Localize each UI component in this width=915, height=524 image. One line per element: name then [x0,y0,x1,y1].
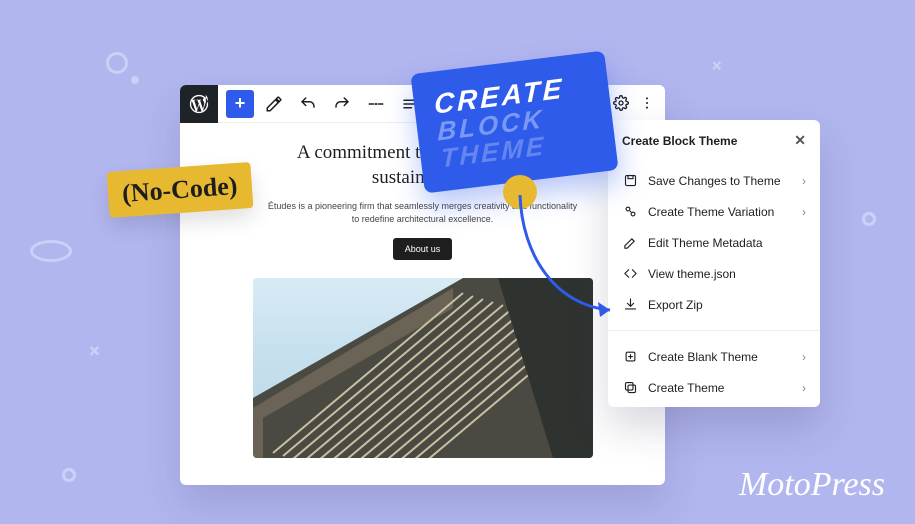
panel-item-label: Create Blank Theme [648,350,792,364]
subtext-line-2: to redefine architectural excellence. [352,214,494,224]
deco-cross-2: + [81,337,108,364]
panel-list-bottom: Create Blank Theme › Create Theme › [608,337,820,407]
deco-circle-small [862,212,876,226]
panel-item-label: Create Theme Variation [648,205,792,219]
chevron-right-icon: › [802,350,806,364]
panel-item-label: Edit Theme Metadata [648,236,806,250]
panel-separator [608,330,820,331]
about-us-button[interactable]: About us [393,238,453,260]
code-icon [622,266,638,281]
panel-list-top: Save Changes to Theme › Create Theme Var… [608,161,820,324]
deco-oval [30,240,72,262]
chevron-right-icon: › [802,381,806,395]
create-block-theme-panel: Create Block Theme ✕ Save Changes to The… [608,120,820,407]
panel-header: Create Block Theme ✕ [608,120,820,161]
export-icon [622,297,638,312]
panel-title: Create Block Theme [622,134,737,148]
panel-item-create-theme[interactable]: Create Theme › [608,372,820,403]
editor-top-actions [613,95,655,111]
variation-icon [622,204,638,219]
edit-mode-button[interactable] [260,90,288,118]
hero-image [253,278,593,458]
panel-item-label: Export Zip [648,298,806,312]
deco-circle-small-2 [62,468,76,482]
accent-dot [503,175,537,209]
panel-item-export-zip[interactable]: Export Zip [608,289,820,320]
deco-cross: + [704,54,729,79]
undo-button[interactable] [294,90,322,118]
document-overview-button[interactable] [362,90,390,118]
theme-icon [622,380,638,395]
panel-item-label: View theme.json [648,267,806,281]
panel-item-edit-metadata[interactable]: Edit Theme Metadata [608,227,820,258]
save-icon [622,173,638,188]
deco-dot [131,76,139,84]
edit-icon [622,235,638,250]
panel-item-create-variation[interactable]: Create Theme Variation › [608,196,820,227]
panel-item-create-blank[interactable]: Create Blank Theme › [608,341,820,372]
add-block-button[interactable]: + [226,90,254,118]
settings-icon[interactable] [613,95,629,111]
panel-item-save-changes[interactable]: Save Changes to Theme › [608,165,820,196]
chevron-right-icon: › [802,174,806,188]
close-icon[interactable]: ✕ [794,132,806,149]
chevron-right-icon: › [802,205,806,219]
motopress-logo: MotoPress [739,466,885,504]
panel-item-view-json[interactable]: View theme.json [608,258,820,289]
wordpress-logo[interactable] [180,85,218,123]
create-block-theme-card: CREATE BLOCK THEME [410,51,618,194]
deco-circle [106,52,128,74]
more-icon[interactable] [639,95,655,111]
page-subtext: Études is a pioneering firm that seamles… [210,200,635,225]
blank-icon [622,349,638,364]
panel-item-label: Create Theme [648,381,792,395]
redo-button[interactable] [328,90,356,118]
panel-item-label: Save Changes to Theme [648,174,792,188]
